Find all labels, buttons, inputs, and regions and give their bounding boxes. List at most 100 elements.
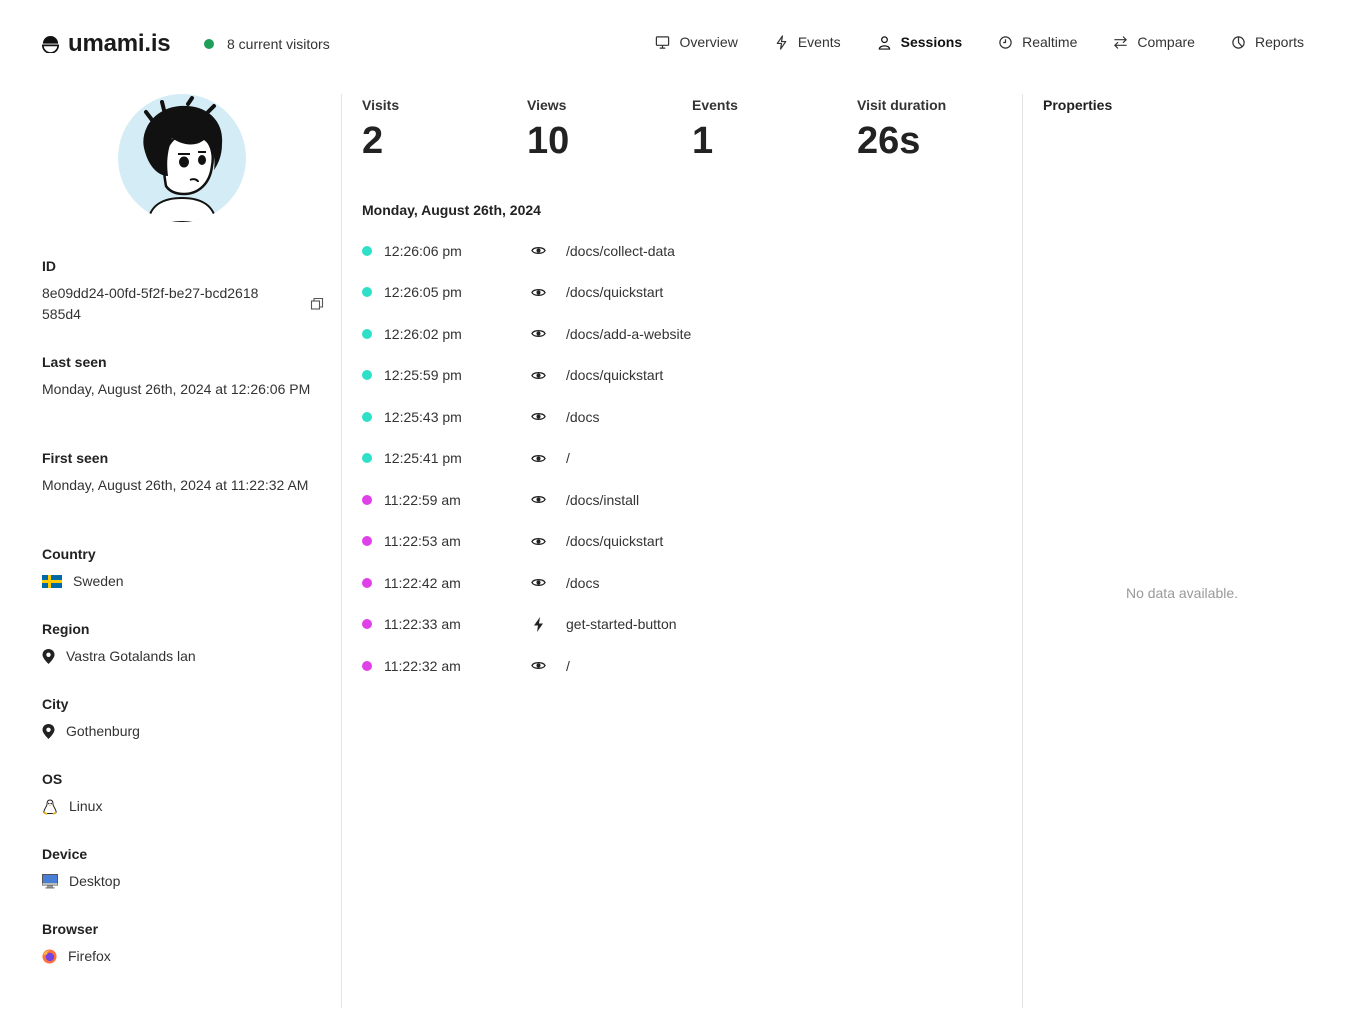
page-path: / (566, 657, 570, 674)
activity-list: 12:26:06 pm/docs/collect-data 12:26:05 pm… (362, 230, 1002, 687)
field-os: OS Linux (42, 771, 324, 817)
activity-row: 11:22:42 am/docs (362, 562, 1002, 604)
city-label: City (42, 696, 69, 712)
bolt-icon (776, 34, 787, 50)
activity-date-heading: Monday, August 26th, 2024 (362, 202, 541, 218)
activity-time: 12:25:41 pm (384, 450, 462, 467)
browser-value: Firefox (68, 948, 111, 964)
region-value: Vastra Gotalands lan (66, 648, 196, 664)
eye-icon (530, 450, 546, 466)
eye-icon (530, 367, 546, 383)
stat-label: Events (692, 97, 738, 113)
current-visitors: 8 current visitors (204, 36, 330, 52)
nav-reports[interactable]: Reports (1231, 34, 1304, 50)
activity-row: 12:26:02 pm/docs/add-a-website (362, 313, 1002, 355)
activity-time: 11:22:32 am (384, 657, 461, 674)
activity-row: 12:26:05 pm/docs/quickstart (362, 272, 1002, 314)
page-path: /docs/quickstart (566, 367, 664, 384)
panel-divider (1022, 94, 1023, 1008)
region-label: Region (42, 621, 90, 637)
activity-time: 12:25:43 pm (384, 408, 462, 425)
nav-compare[interactable]: Compare (1113, 34, 1195, 50)
online-dot-icon (204, 39, 214, 49)
activity-time: 12:25:59 pm (384, 367, 462, 384)
copy-icon[interactable] (310, 297, 324, 311)
visit-dot-icon (362, 287, 372, 298)
activity-row: 12:26:06 pm/docs/collect-data (362, 230, 1002, 272)
device-label: Device (42, 846, 88, 862)
stat-views: Views 10 (527, 97, 569, 163)
activity-row: 12:25:41 pm / (362, 438, 1002, 480)
country-value: Sweden (73, 573, 124, 589)
activity-time: 12:26:06 pm (384, 242, 462, 259)
visit-dot-icon (362, 453, 372, 464)
activity-row: 11:22:32 am / (362, 645, 1002, 687)
stat-visit-duration: Visit duration 26s (857, 97, 946, 163)
nav-realtime[interactable]: Realtime (998, 34, 1077, 50)
activity-row: 11:22:53 am/docs/quickstart (362, 521, 1002, 563)
arrows-swap-icon (1114, 35, 1128, 49)
visit-dot-icon (362, 245, 372, 256)
field-device: Device Desktop (42, 846, 324, 892)
visit-dot-icon (362, 494, 372, 505)
field-country: Country Sweden (42, 546, 324, 592)
eye-icon (530, 658, 546, 674)
monitor-icon (656, 35, 670, 49)
user-icon (878, 35, 890, 50)
umami-logo-icon (42, 35, 59, 53)
stat-value: 1 (692, 120, 714, 162)
field-first-seen: First seen Monday, August 26th, 2024 at … (42, 450, 324, 496)
firefox-icon (42, 949, 57, 964)
activity-row: 11:22:33 am get-started-button (362, 604, 1002, 646)
brand[interactable]: umami.is (42, 30, 171, 58)
avatar-illustration-icon (143, 96, 223, 222)
visit-dot-icon (362, 328, 372, 339)
page-path: /docs/collect-data (566, 242, 675, 259)
visit-dot-icon (362, 577, 372, 588)
nav-events[interactable]: Events (774, 34, 841, 50)
sweden-flag-icon (42, 575, 62, 588)
stat-value: 10 (527, 120, 570, 162)
last-seen-label: Last seen (42, 354, 107, 370)
page-path: /docs/quickstart (566, 533, 664, 550)
page-path: / (566, 450, 570, 467)
nav-overview-label: Overview (679, 34, 738, 50)
properties-title: Properties (1043, 97, 1113, 113)
linux-penguin-icon (42, 798, 58, 815)
stat-label: Views (527, 97, 567, 113)
nav-sessions[interactable]: Sessions (877, 34, 962, 50)
stat-value: 2 (362, 120, 384, 162)
visit-dot-icon (362, 411, 372, 422)
stat-label: Visits (362, 97, 400, 113)
eye-icon (530, 243, 546, 259)
pie-chart-icon (1232, 35, 1245, 49)
page-path: /docs/install (566, 491, 640, 508)
nav-reports-label: Reports (1254, 34, 1304, 50)
session-id: 8e09dd24-00fd-5f2f-be27-bcd2618585d4 (42, 285, 259, 322)
clock-icon (999, 35, 1012, 49)
activity-time: 11:22:42 am (384, 574, 461, 591)
activity-row: 12:25:59 pm/docs/quickstart (362, 355, 1002, 397)
stat-events: Events 1 (692, 97, 738, 163)
activity-time: 11:22:33 am (384, 616, 461, 633)
main-nav: Overview Events Sessions Realtime Compar… (619, 34, 1304, 50)
desktop-icon (42, 874, 58, 889)
map-pin-icon (42, 724, 55, 739)
visit-dot-icon (362, 619, 372, 630)
eye-icon (530, 575, 546, 591)
visit-dot-icon (362, 660, 372, 671)
country-label: Country (42, 546, 96, 562)
eye-icon (530, 326, 546, 342)
field-last-seen: Last seen Monday, August 26th, 2024 at 1… (42, 354, 324, 400)
page-path: /docs/quickstart (566, 284, 664, 301)
avatar (118, 94, 246, 222)
visit-dot-icon (362, 370, 372, 381)
nav-sessions-label: Sessions (900, 34, 963, 50)
nav-overview[interactable]: Overview (655, 34, 738, 50)
page-path: /docs (566, 408, 600, 425)
activity-row: 12:25:43 pm/docs (362, 396, 1002, 438)
field-region: Region Vastra Gotalands lan (42, 621, 324, 667)
city-value: Gothenburg (66, 723, 140, 739)
device-value: Desktop (69, 873, 121, 889)
first-seen-label: First seen (42, 450, 109, 466)
